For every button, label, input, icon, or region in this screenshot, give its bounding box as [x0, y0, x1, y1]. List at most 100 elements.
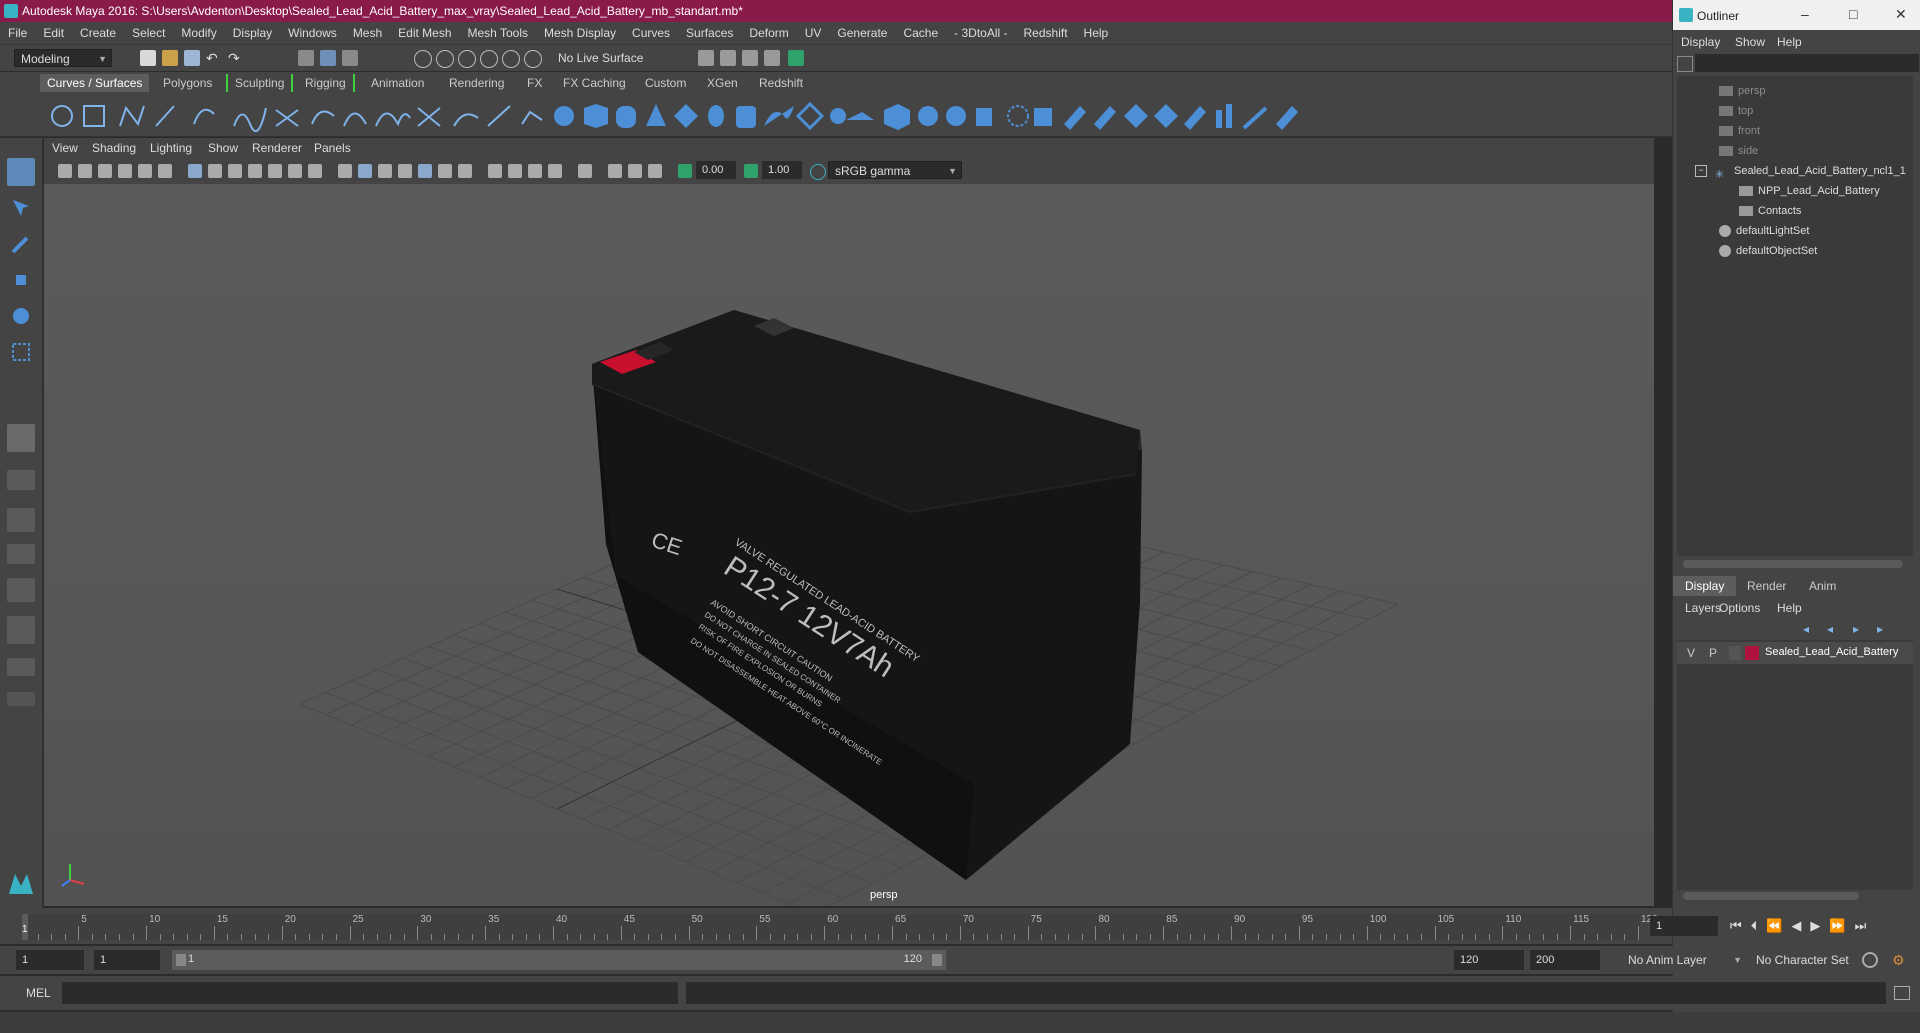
bookmark-icon[interactable]: [98, 164, 112, 178]
scale-tool-icon[interactable]: [7, 338, 35, 366]
ambient-occlusion-icon[interactable]: [488, 164, 502, 178]
gamma-icon[interactable]: [744, 164, 758, 178]
live-surface-field[interactable]: No Live Surface: [552, 49, 654, 67]
layer-menu-options[interactable]: Options: [1719, 601, 1760, 615]
rebuild-curve-icon[interactable]: [453, 113, 479, 127]
play-forward-icon[interactable]: ▶: [1810, 918, 1829, 933]
trim-icon[interactable]: [1064, 106, 1086, 130]
layout-graph-icon[interactable]: [7, 616, 35, 644]
intersect-icon[interactable]: [1007, 105, 1029, 127]
grease-pencil-icon[interactable]: [158, 164, 172, 178]
gate-mask-icon[interactable]: [248, 164, 262, 178]
isolate-select-icon[interactable]: [578, 164, 592, 178]
tab-animation[interactable]: Animation: [364, 74, 431, 92]
outliner-menu-show[interactable]: Show: [1735, 35, 1765, 49]
time-slider[interactable]: 5 10 15 20 25 30 35 40 45 50 55 60 65 70 75 80 85 90 95 100…: [0, 908, 1866, 944]
menu-edit-mesh[interactable]: Edit Mesh: [390, 26, 459, 40]
maximize-icon[interactable]: □: [1849, 6, 1857, 22]
nurbs-square-icon[interactable]: [83, 105, 105, 127]
vp-menu-renderer[interactable]: Renderer: [252, 141, 302, 155]
safe-action-icon[interactable]: [288, 164, 302, 178]
xray-active-icon[interactable]: [628, 164, 642, 178]
untrim-icon[interactable]: [1094, 106, 1116, 130]
attach-surfaces-icon[interactable]: [1124, 104, 1148, 128]
menu-mesh[interactable]: Mesh: [345, 26, 390, 40]
tab-xgen[interactable]: XGen: [700, 74, 745, 92]
step-back-key-icon[interactable]: ⏪: [1766, 918, 1791, 933]
hypershade-icon[interactable]: [764, 50, 780, 66]
tab-fx-caching[interactable]: FX Caching: [556, 74, 633, 92]
outliner-menu-help[interactable]: Help: [1777, 35, 1802, 49]
nurbs-torus-icon[interactable]: [708, 105, 724, 127]
select-component-icon[interactable]: [342, 50, 358, 66]
end-time-field[interactable]: 200: [1530, 950, 1600, 970]
menu-file[interactable]: File: [0, 26, 35, 40]
backface-icon[interactable]: [648, 164, 662, 178]
square-surface-icon[interactable]: [918, 106, 938, 126]
preferences-icon[interactable]: ⚙: [1892, 952, 1908, 968]
menu-mesh-tools[interactable]: Mesh Tools: [460, 26, 536, 40]
play-back-icon[interactable]: ◀: [1791, 918, 1810, 933]
sculpt-icon[interactable]: [1242, 106, 1268, 130]
pencil-curve-icon[interactable]: [155, 105, 175, 127]
extrude-icon[interactable]: [830, 108, 846, 124]
menu-uv[interactable]: UV: [797, 26, 830, 40]
rebuild-surface-icon[interactable]: [1276, 106, 1298, 130]
vp-menu-show[interactable]: Show: [208, 141, 238, 155]
bezier-icon[interactable]: [233, 107, 267, 133]
anti-alias-icon[interactable]: [528, 164, 542, 178]
new-layer-icon[interactable]: ◂: [1803, 622, 1809, 636]
smooth-shade-icon[interactable]: [358, 164, 372, 178]
tree-item-front[interactable]: front: [1719, 122, 1760, 140]
shadows-icon[interactable]: [458, 164, 472, 178]
layer-row[interactable]: V P Sealed_Lead_Acid_Battery: [1677, 642, 1913, 664]
field-chart-icon[interactable]: [268, 164, 282, 178]
tree-item-battery-group[interactable]: − ✳ Sealed_Lead_Acid_Battery_ncl1_1: [1695, 162, 1906, 181]
grid-icon[interactable]: [188, 164, 202, 178]
layout-side-icon[interactable]: [7, 544, 35, 564]
remove-selected-icon[interactable]: ▸: [1877, 622, 1883, 636]
range-handle-left[interactable]: [176, 954, 186, 966]
script-editor-icon[interactable]: [1894, 986, 1910, 1000]
camera-icon[interactable]: [58, 164, 72, 178]
tab-fx[interactable]: FX: [520, 74, 549, 92]
snap-surface-icon[interactable]: [502, 50, 520, 68]
go-to-end-icon[interactable]: ⏭: [1855, 918, 1876, 933]
outliner-menu-display[interactable]: Display: [1681, 35, 1720, 49]
render-settings-icon[interactable]: [742, 50, 758, 66]
revolve-icon[interactable]: [736, 106, 756, 128]
nurbs-cylinder-icon[interactable]: [616, 106, 636, 128]
close-icon[interactable]: ✕: [1895, 6, 1907, 23]
step-forward-key-icon[interactable]: ⏩: [1829, 918, 1854, 933]
image-plane-icon[interactable]: [118, 164, 132, 178]
menu-edit[interactable]: Edit: [35, 26, 72, 40]
tab-rigging[interactable]: Rigging: [298, 74, 355, 92]
layout-single-icon[interactable]: [7, 470, 35, 490]
menu-create[interactable]: Create: [72, 26, 124, 40]
vp-menu-shading[interactable]: Shading: [92, 141, 136, 155]
vp-menu-view[interactable]: View: [52, 141, 78, 155]
tree-item-npp-mesh[interactable]: NPP_Lead_Acid_Battery: [1739, 182, 1880, 200]
more-layouts-icon[interactable]: [7, 692, 35, 706]
extend-curve-icon[interactable]: [375, 112, 411, 127]
cv-curve-icon[interactable]: [119, 105, 145, 127]
nurbs-cube-icon[interactable]: [584, 104, 608, 128]
redo-icon[interactable]: ↷: [228, 50, 244, 66]
snap-curve-icon[interactable]: [436, 50, 454, 68]
battery-model[interactable]: [591, 310, 1142, 880]
layout-outliner-icon[interactable]: [7, 578, 35, 602]
playback-end-field[interactable]: 120: [1454, 950, 1524, 970]
tree-item-side[interactable]: side: [1719, 142, 1758, 160]
outliner-search-input[interactable]: [1695, 54, 1919, 72]
select-object-icon[interactable]: [320, 50, 336, 66]
tab-sculpting[interactable]: Sculpting: [226, 74, 294, 92]
tab-polygons[interactable]: Polygons: [156, 74, 219, 92]
menu-mesh-display[interactable]: Mesh Display: [536, 26, 624, 40]
rotate-tool-icon[interactable]: [7, 302, 35, 330]
ipr-render-icon[interactable]: [720, 50, 736, 66]
tab-redshift[interactable]: Redshift: [752, 74, 810, 92]
mode-dropdown[interactable]: Modeling ▼: [14, 49, 112, 67]
make-live-icon[interactable]: [524, 50, 542, 68]
bend-curve-icon[interactable]: [521, 110, 543, 125]
command-input[interactable]: [62, 982, 678, 1004]
